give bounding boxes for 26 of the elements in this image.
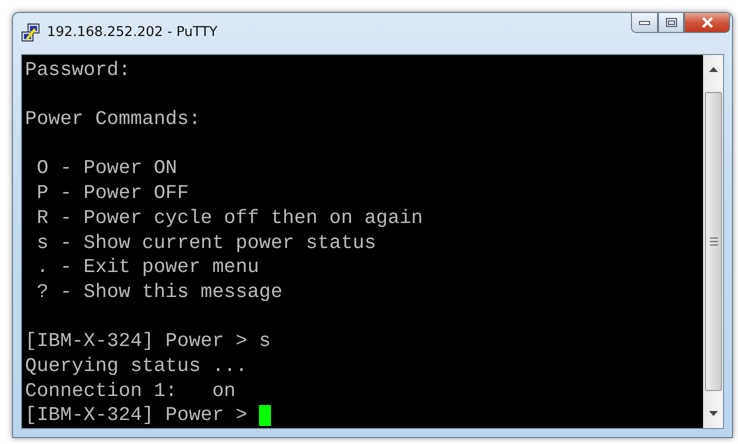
maximize-icon [666, 18, 676, 27]
scroll-down-icon[interactable] [709, 411, 718, 416]
close-button[interactable] [684, 13, 730, 33]
minimize-button[interactable] [631, 13, 658, 33]
scrollbar-thumb[interactable] [705, 92, 722, 391]
terminal-line: [IBM-X-324] Power > s [25, 329, 271, 354]
grip-icon [710, 236, 718, 246]
terminal-screen[interactable] [22, 54, 703, 428]
terminal-line: R - Power cycle off then on again [36, 206, 423, 231]
vertical-scrollbar[interactable] [703, 54, 723, 428]
minimize-icon [639, 20, 650, 24]
putty-icon [21, 23, 41, 43]
close-icon [700, 17, 714, 28]
terminal-line: Querying status ... [25, 354, 248, 379]
terminal-line: . - Exit power menu [36, 255, 260, 280]
scroll-up-icon[interactable] [709, 66, 718, 72]
window-title: 192.168.252.202 - PuTTY [47, 24, 218, 40]
terminal-line: Connection 1: on [25, 378, 236, 404]
terminal-line: O - Power ON [36, 156, 178, 182]
terminal-line: [IBM-X-324] Power > [25, 403, 248, 428]
terminal-line: ? - Show this message [36, 280, 282, 305]
terminal-line: s - Show current power status [36, 230, 376, 256]
terminal-line: Password: [25, 58, 130, 82]
terminal-line: Power Commands: [25, 107, 201, 132]
maximize-button[interactable] [658, 13, 684, 33]
terminal-line: P - Power OFF [36, 181, 189, 206]
